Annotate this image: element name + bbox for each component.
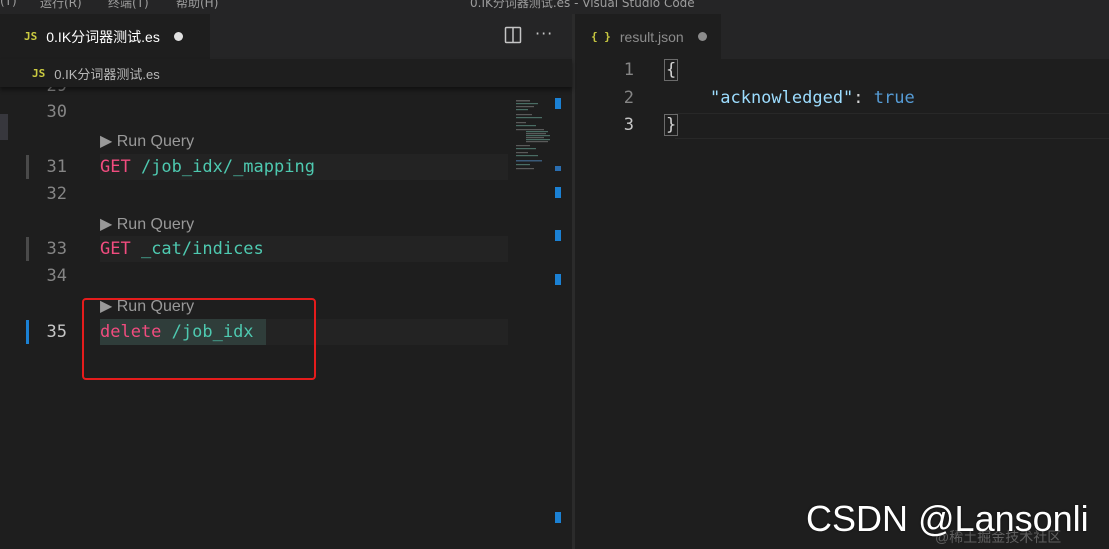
right-editor-pane: { } result.json 1 2 3 { "acknowledged": … (575, 14, 1109, 549)
http-method: GET (100, 239, 131, 259)
open-brace: { (664, 59, 679, 81)
window-title: 0.IK分词器测试.es - Visual Studio Code (470, 0, 695, 10)
highlight-annotation-box (82, 298, 316, 380)
tab-ik-tokenizer-test[interactable]: JS 0.IK分词器测试.es (0, 14, 210, 59)
menu-item[interactable]: 运行(R) (40, 0, 82, 11)
right-tab-bar: { } result.json (575, 14, 1109, 59)
scroll-marker (555, 166, 561, 171)
breadcrumb: JS 0.IK分词器测试.es (0, 59, 572, 87)
line-number: 30 (46, 102, 67, 122)
minimap[interactable] (512, 98, 552, 178)
code-line[interactable]: GET /job_idx/_mapping (100, 157, 315, 177)
request-path: /job_idx/_mapping (130, 157, 315, 177)
scroll-marker (555, 230, 561, 241)
tab-title: 0.IK分词器测试.es (46, 28, 160, 45)
line-number: 34 (46, 266, 67, 286)
line-number: 33 (46, 239, 67, 259)
scroll-marker (555, 512, 561, 523)
js-file-icon: JS (24, 30, 38, 43)
vertical-scrollbar[interactable] (555, 98, 562, 549)
scroll-marker (555, 187, 561, 198)
scroll-marker (555, 274, 561, 285)
json-line[interactable]: } (664, 114, 679, 136)
unsaved-dot-icon[interactable] (173, 32, 183, 41)
line-number: 2 (623, 88, 634, 108)
left-editor-pane: JS 0.IK分词器测试.es ··· JS 0.IK分词器测试.es 29 3… (0, 14, 572, 549)
more-actions-icon[interactable]: ··· (535, 24, 553, 43)
line-number: 32 (46, 184, 67, 204)
line-number-active: 35 (46, 322, 67, 342)
request-path: _cat/indices (130, 239, 264, 259)
json-key: "acknowledged" (710, 88, 854, 108)
line-number: 1 (623, 60, 634, 80)
json-file-icon: { } (591, 30, 611, 43)
breadcrumb-file[interactable]: 0.IK分词器测试.es (54, 64, 159, 83)
csdn-watermark: CSDN @Lansonli (806, 498, 1089, 539)
code-line[interactable]: GET _cat/indices (100, 239, 264, 259)
menu-item[interactable]: 帮助(H) (176, 0, 218, 11)
close-brace: } (664, 114, 679, 136)
json-line[interactable]: "acknowledged": true (710, 88, 915, 108)
tab-result-json[interactable]: { } result.json (575, 14, 721, 59)
left-tab-bar: JS 0.IK分词器测试.es ··· (0, 14, 572, 59)
json-separator: : (853, 88, 874, 108)
json-line[interactable]: { (664, 59, 679, 81)
json-value: true (873, 88, 915, 108)
http-method: GET (100, 157, 131, 177)
menu-bar: (T) 运行(R) 终端(T) 帮助(H) 0.IK分词器测试.es - Vis… (0, 0, 1109, 14)
menu-item[interactable]: (T) (0, 0, 17, 8)
line-number-active: 3 (623, 115, 634, 135)
split-editor-icon[interactable] (504, 26, 522, 44)
unsaved-dot-icon[interactable] (697, 32, 707, 41)
tab-title: result.json (619, 28, 684, 45)
js-file-icon: JS (32, 66, 46, 80)
run-query-codelens[interactable]: ▶ Run Query (100, 214, 194, 234)
run-query-codelens[interactable]: ▶ Run Query (100, 131, 194, 151)
line-number: 31 (46, 157, 67, 177)
scroll-marker (555, 98, 561, 109)
current-line-highlight (675, 113, 1109, 139)
menu-item[interactable]: 终端(T) (108, 0, 149, 11)
